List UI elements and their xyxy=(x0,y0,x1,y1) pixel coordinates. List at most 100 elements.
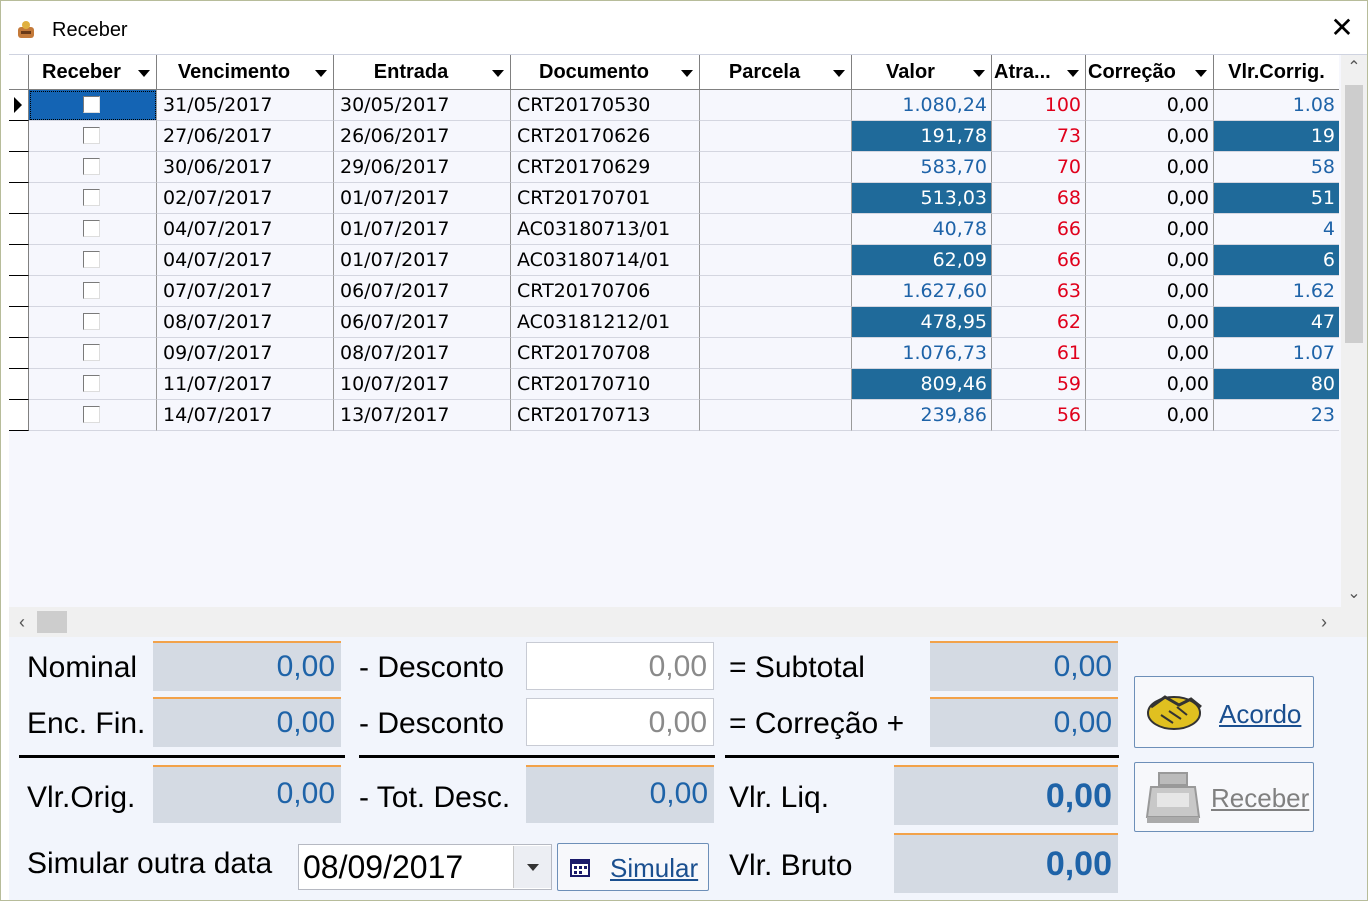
receber-button[interactable]: Receber xyxy=(1134,762,1314,832)
horizontal-scrollbar[interactable]: ‹ › xyxy=(9,607,1367,637)
nominal-label: Nominal xyxy=(27,651,138,684)
acordo-button[interactable]: Acordo xyxy=(1134,676,1314,748)
receber-checkbox[interactable] xyxy=(83,127,100,144)
cell-entrada: 26/06/2017 xyxy=(334,121,511,152)
vertical-scroll-thumb[interactable] xyxy=(1345,85,1363,343)
table-row[interactable]: 02/07/2017 01/07/2017 CRT20170701 513,03 68 0… xyxy=(9,183,1339,214)
column-header-parcela[interactable]: Parcela xyxy=(700,55,852,89)
receber-cell[interactable] xyxy=(29,90,157,121)
row-indicator[interactable] xyxy=(9,307,29,338)
column-header-correcao[interactable]: Correção xyxy=(1086,55,1214,89)
table-row[interactable]: 31/05/2017 30/05/2017 CRT20170530 1.080,24 1… xyxy=(9,90,1339,121)
receber-checkbox[interactable] xyxy=(83,96,100,113)
cell-corrig: 47 xyxy=(1214,307,1339,338)
receber-cell[interactable] xyxy=(29,400,157,431)
receber-cell[interactable] xyxy=(29,369,157,400)
dropdown-arrow-icon[interactable] xyxy=(681,70,693,77)
receber-checkbox[interactable] xyxy=(83,313,100,330)
cell-corrig: 51 xyxy=(1214,183,1339,214)
table-row[interactable]: 09/07/2017 08/07/2017 CRT20170708 1.076,73 6… xyxy=(9,338,1339,369)
vlr-bruto-label: Vlr. Bruto xyxy=(729,849,853,882)
receber-cell[interactable] xyxy=(29,214,157,245)
receber-checkbox[interactable] xyxy=(83,344,100,361)
column-header-entrada[interactable]: Entrada xyxy=(334,55,511,89)
cell-corrig: 6 xyxy=(1214,245,1339,276)
scroll-up-icon[interactable]: ⌃ xyxy=(1341,55,1367,81)
receber-checkbox[interactable] xyxy=(83,158,100,175)
scroll-down-icon[interactable]: ⌄ xyxy=(1341,581,1367,607)
table-row[interactable]: 14/07/2017 13/07/2017 CRT20170713 239,86 56 0… xyxy=(9,400,1339,431)
row-indicator[interactable] xyxy=(9,400,29,431)
receber-cell[interactable] xyxy=(29,338,157,369)
vlr-liq-label: Vlr. Liq. xyxy=(729,781,830,814)
column-header-valor[interactable]: Valor xyxy=(852,55,992,89)
column-header-vlr-corrig[interactable]: Vlr.Corrig. xyxy=(1214,55,1339,89)
column-header-receber[interactable]: Receber xyxy=(29,55,157,89)
date-dropdown-icon[interactable] xyxy=(513,846,551,888)
cell-parcela xyxy=(700,276,852,307)
vertical-scrollbar[interactable]: ⌃ ⌄ xyxy=(1341,55,1367,607)
receber-cell[interactable] xyxy=(29,307,157,338)
desconto-input-1[interactable]: 0,00 xyxy=(526,642,714,690)
cell-atraso: 70 xyxy=(992,152,1086,183)
horizontal-scroll-thumb[interactable] xyxy=(37,611,67,633)
dropdown-arrow-icon[interactable] xyxy=(973,70,985,77)
cell-parcela xyxy=(700,369,852,400)
dropdown-arrow-icon[interactable] xyxy=(1195,70,1207,77)
scroll-left-icon[interactable]: ‹ xyxy=(9,607,35,637)
row-indicator[interactable] xyxy=(9,338,29,369)
row-indicator[interactable] xyxy=(9,245,29,276)
column-header-vencimento[interactable]: Vencimento xyxy=(157,55,334,89)
cell-doc: CRT20170706 xyxy=(511,276,700,307)
row-indicator[interactable] xyxy=(9,276,29,307)
cell-entrada: 06/07/2017 xyxy=(334,307,511,338)
cell-doc: CRT20170713 xyxy=(511,400,700,431)
cell-doc: CRT20170710 xyxy=(511,369,700,400)
receber-cell[interactable] xyxy=(29,245,157,276)
row-indicator[interactable] xyxy=(9,369,29,400)
cell-venc: 11/07/2017 xyxy=(157,369,334,400)
receber-cell[interactable] xyxy=(29,121,157,152)
receber-checkbox[interactable] xyxy=(83,189,100,206)
receber-checkbox[interactable] xyxy=(83,282,100,299)
receivables-grid[interactable]: Receber Vencimento Entrada Documento Par… xyxy=(9,54,1367,637)
dropdown-arrow-icon[interactable] xyxy=(1067,70,1079,77)
cell-entrada: 01/07/2017 xyxy=(334,214,511,245)
column-header-documento[interactable]: Documento xyxy=(511,55,700,89)
dropdown-arrow-icon[interactable] xyxy=(315,70,327,77)
dropdown-arrow-icon[interactable] xyxy=(138,70,150,77)
receber-checkbox[interactable] xyxy=(83,251,100,268)
dropdown-arrow-icon[interactable] xyxy=(492,70,504,77)
simular-button[interactable]: Simular xyxy=(557,843,709,891)
row-indicator[interactable] xyxy=(9,90,29,121)
column-header-atraso[interactable]: Atra... xyxy=(992,55,1086,89)
row-indicator[interactable] xyxy=(9,214,29,245)
dropdown-arrow-icon[interactable] xyxy=(833,70,845,77)
cell-entrada: 01/07/2017 xyxy=(334,245,511,276)
close-icon[interactable]: ✕ xyxy=(1329,14,1355,42)
cell-venc: 09/07/2017 xyxy=(157,338,334,369)
receber-cell[interactable] xyxy=(29,183,157,214)
scroll-right-icon[interactable]: › xyxy=(1311,607,1337,637)
table-row[interactable]: 11/07/2017 10/07/2017 CRT20170710 809,46 59 0… xyxy=(9,369,1339,400)
row-indicator[interactable] xyxy=(9,121,29,152)
row-indicator[interactable] xyxy=(9,183,29,214)
receber-cell[interactable] xyxy=(29,152,157,183)
cell-parcela xyxy=(700,214,852,245)
receber-checkbox[interactable] xyxy=(83,220,100,237)
cell-corrig: 19 xyxy=(1214,121,1339,152)
cell-valor: 809,46 xyxy=(852,369,992,400)
table-row[interactable]: 30/06/2017 29/06/2017 CRT20170629 583,70 70 0… xyxy=(9,152,1339,183)
table-row[interactable]: 04/07/2017 01/07/2017 AC03180714/01 62,09 66… xyxy=(9,245,1339,276)
cell-corrig: 1.62 xyxy=(1214,276,1339,307)
desconto-input-2[interactable]: 0,00 xyxy=(526,698,714,746)
table-row[interactable]: 08/07/2017 06/07/2017 AC03181212/01 478,95 6… xyxy=(9,307,1339,338)
table-row[interactable]: 04/07/2017 01/07/2017 AC03180713/01 40,78 66… xyxy=(9,214,1339,245)
receber-checkbox[interactable] xyxy=(83,375,100,392)
receber-checkbox[interactable] xyxy=(83,406,100,423)
cell-doc: AC03180714/01 xyxy=(511,245,700,276)
table-row[interactable]: 07/07/2017 06/07/2017 CRT20170706 1.627,60 6… xyxy=(9,276,1339,307)
table-row[interactable]: 27/06/2017 26/06/2017 CRT20170626 191,78 73 0… xyxy=(9,121,1339,152)
row-indicator[interactable] xyxy=(9,152,29,183)
receber-cell[interactable] xyxy=(29,276,157,307)
